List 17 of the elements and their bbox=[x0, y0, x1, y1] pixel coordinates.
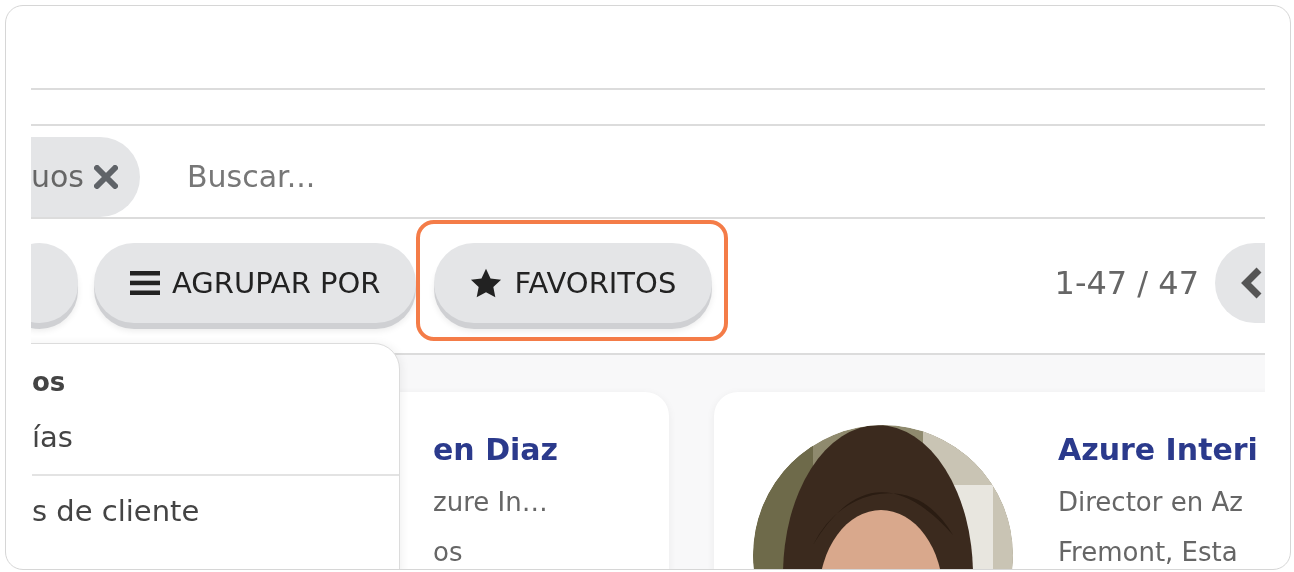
menu-item[interactable]: s de cliente bbox=[32, 476, 399, 546]
chevron-left-icon bbox=[1241, 266, 1263, 300]
pager-text: 1-47 / 47 bbox=[1054, 264, 1199, 302]
search-field[interactable]: Buscar... bbox=[185, 158, 789, 195]
star-icon bbox=[470, 267, 503, 299]
menu-item[interactable]: ías bbox=[32, 402, 399, 474]
filter-chip[interactable]: uos bbox=[31, 136, 140, 217]
contact-title: Director en Az bbox=[1058, 486, 1244, 518]
close-icon[interactable] bbox=[94, 164, 118, 189]
contact-name: Azure Interi bbox=[1058, 431, 1258, 469]
contact-location: Fremont, Esta bbox=[1058, 536, 1239, 568]
menu-icon bbox=[130, 270, 160, 296]
contact-card[interactable]: Azure Interi Director en Az Fremont, Esta bbox=[714, 392, 1265, 569]
menu-header: os bbox=[32, 366, 67, 399]
contact-title: zure In… bbox=[433, 486, 549, 518]
contact-name: en Diaz bbox=[433, 431, 559, 469]
contact-location: os bbox=[433, 536, 464, 568]
